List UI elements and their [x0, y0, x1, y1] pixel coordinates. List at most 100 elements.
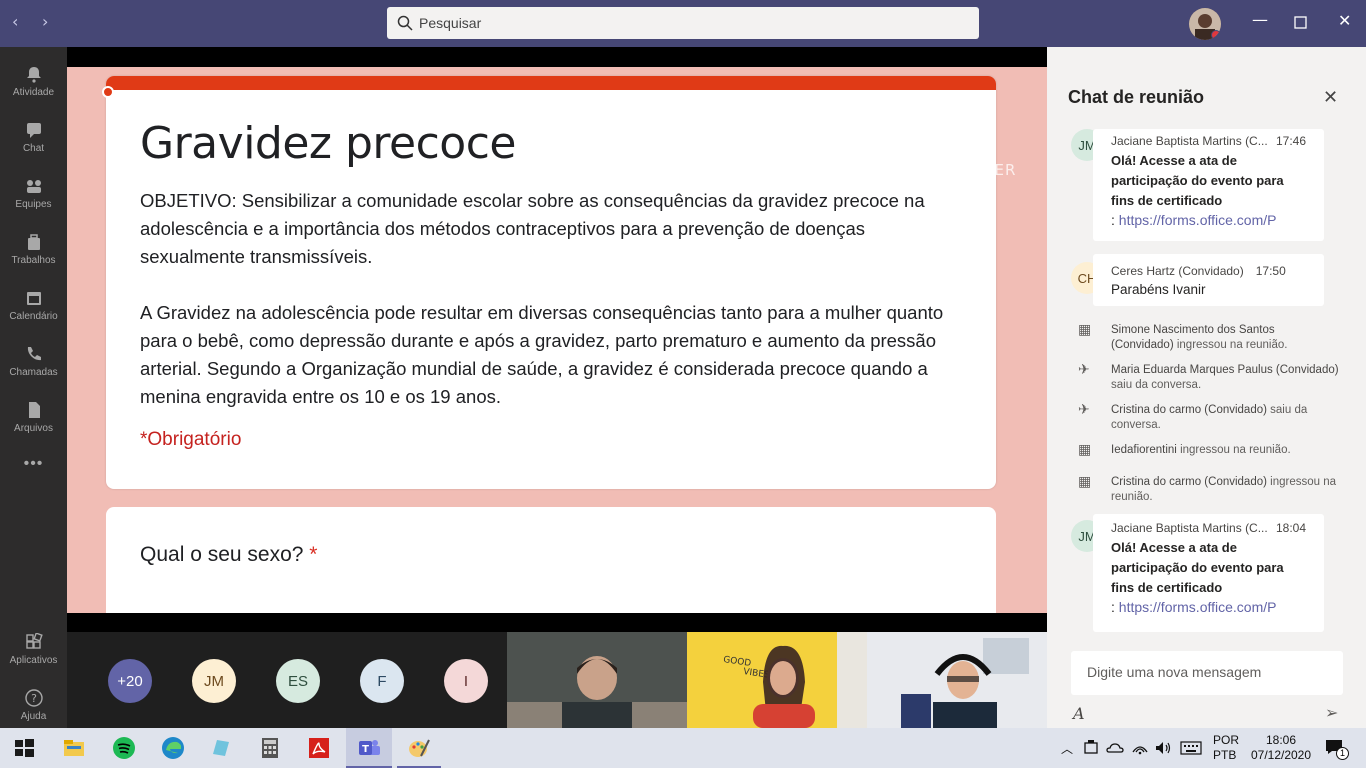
notepad-icon[interactable]	[209, 736, 233, 760]
message-link[interactable]: https://forms.office.com/P	[1119, 212, 1277, 228]
form-description: A Gravidez na adolescência pode resultar…	[140, 302, 944, 407]
participant-overflow[interactable]: +20	[108, 659, 152, 703]
file-explorer-icon[interactable]	[62, 736, 86, 760]
spotify-icon[interactable]	[112, 736, 136, 760]
message-compose-input[interactable]: Digite uma nova mensagem	[1071, 651, 1343, 695]
participant-video[interactable]	[867, 632, 1047, 728]
more-icon[interactable]: •••	[0, 447, 67, 503]
message-time: 17:50	[1255, 264, 1286, 278]
clock[interactable]: 18:06 07/12/2020	[1246, 733, 1316, 763]
svg-text:T: T	[362, 744, 369, 755]
message-time: 18:04	[1275, 521, 1306, 535]
svg-text:?: ?	[31, 692, 37, 705]
acrobat-icon[interactable]	[307, 736, 331, 760]
forward-arrow-icon[interactable]: ›	[42, 12, 48, 31]
required-note: *Obrigatório	[140, 429, 242, 450]
notification-count: 1	[1336, 747, 1349, 760]
onedrive-icon[interactable]	[1106, 740, 1124, 756]
join-icon: ▦	[1078, 322, 1092, 338]
minimize-icon[interactable]: —	[1252, 10, 1268, 29]
message-text: Olá! Acesse a ata de participação do eve…	[1111, 540, 1284, 595]
system-event: Cristina do carmo (Convidado) ingressou …	[1111, 476, 1337, 503]
message-time: 17:46	[1275, 134, 1306, 148]
battery-icon[interactable]	[1082, 740, 1100, 756]
chat-icon	[26, 123, 41, 138]
pointer-dot	[102, 86, 114, 98]
form-accent-bar	[106, 76, 996, 90]
message-link[interactable]: https://forms.office.com/P	[1119, 599, 1277, 615]
busy-status-dot	[1211, 30, 1221, 40]
close-icon[interactable]: ✕	[1338, 11, 1351, 30]
apps-icon	[25, 633, 43, 649]
form-objective: OBJETIVO: Sensibilizar a comunidade esco…	[140, 190, 925, 267]
participant-strip: +20 JM ES F I	[67, 632, 507, 728]
participant-avatar[interactable]: JM	[192, 659, 236, 703]
briefcase-icon	[27, 234, 40, 250]
rail-help[interactable]: ? Ajuda	[0, 679, 67, 735]
back-arrow-icon[interactable]: ‹	[12, 12, 18, 31]
input-language[interactable]: POR PTB	[1213, 733, 1239, 763]
message-text: Parabéns Ivanir	[1111, 282, 1206, 297]
kinemaster-logo: K	[931, 93, 995, 157]
join-icon: ▦	[1078, 442, 1092, 458]
search-placeholder: Pesquisar	[419, 15, 482, 31]
file-icon	[28, 402, 40, 418]
search-input[interactable]: Pesquisar	[387, 7, 979, 39]
system-event: Simone Nascimento dos Santos (Convidado)…	[1111, 324, 1288, 351]
participant-video[interactable]	[507, 632, 687, 728]
rail-activity[interactable]: Atividade	[0, 55, 67, 111]
format-icon[interactable]: A	[1073, 704, 1085, 723]
windows-start-icon[interactable]	[12, 736, 36, 760]
form-header-card: Gravidez precoce OBJETIVO: Sensibilizar …	[106, 76, 996, 489]
rail-calendar[interactable]: Calendário	[0, 279, 67, 335]
bell-icon	[26, 67, 41, 83]
chat-message: Jaciane Baptista Martins (C... 18:04 Olá!…	[1093, 514, 1324, 632]
participant-video[interactable]: GOOD VIBES	[687, 632, 867, 728]
chat-title: Chat de reunião	[1068, 87, 1205, 107]
search-icon	[397, 15, 413, 31]
calendar-icon	[26, 292, 41, 305]
rail-teams[interactable]: Equipes	[0, 167, 67, 223]
sender-name: Jaciane Baptista Martins (C...	[1111, 134, 1268, 148]
kinemaster-watermark: K KINEMASTER	[903, 93, 1023, 179]
teams-icon: T	[359, 740, 380, 755]
title-bar: ‹ › Pesquisar — ✕	[0, 0, 1366, 47]
maximize-icon[interactable]	[1294, 14, 1307, 33]
sender-name: Jaciane Baptista Martins (C...	[1111, 521, 1268, 535]
participant-avatar[interactable]: ES	[276, 659, 320, 703]
join-icon: ▦	[1078, 474, 1092, 490]
message-text: Olá! Acesse a ata de participação do eve…	[1111, 153, 1284, 208]
phone-icon	[27, 347, 41, 361]
leave-icon: ✈	[1078, 402, 1090, 418]
wifi-icon[interactable]	[1131, 740, 1149, 756]
form-slide: Gravidez precoce OBJETIVO: Sensibilizar …	[67, 67, 1047, 613]
question-card: Qual o seu sexo? *	[106, 507, 996, 613]
rail-chat[interactable]: Chat	[0, 111, 67, 167]
chat-message: Ceres Hartz (Convidado) 17:50 Parabéns Iv…	[1093, 254, 1324, 306]
volume-icon[interactable]	[1154, 740, 1172, 756]
avatar[interactable]	[1189, 8, 1221, 40]
rail-assignments[interactable]: Trabalhos	[0, 223, 67, 279]
system-event: Maria Eduarda Marques Paulus (Convidado)…	[1111, 364, 1339, 391]
participant-avatar[interactable]: I	[444, 659, 488, 703]
keyboard-icon[interactable]	[1180, 740, 1202, 756]
close-chat-icon[interactable]: ✕	[1323, 87, 1338, 108]
paint-taskbar-button[interactable]	[397, 728, 441, 768]
participant-avatar[interactable]: F	[360, 659, 404, 703]
rail-apps[interactable]: Aplicativos	[0, 623, 67, 679]
teams-taskbar-button[interactable]: T	[346, 728, 392, 768]
edge-icon[interactable]	[161, 736, 185, 760]
chat-message: Jaciane Baptista Martins (C... 17:46 Olá!…	[1093, 129, 1324, 241]
rail-files[interactable]: Arquivos	[0, 391, 67, 447]
show-hidden-icons[interactable]: ︿	[1061, 740, 1073, 757]
rail-calls[interactable]: Chamadas	[0, 335, 67, 391]
paint-icon	[409, 739, 430, 757]
teams-icon	[26, 180, 41, 193]
meeting-chat-panel: Chat de reunião ✕ JM Jaciane Baptista Ma…	[1047, 47, 1366, 728]
leave-icon: ✈	[1078, 362, 1090, 378]
windows-taskbar: T ︿ POR PTB 18:06 07/12/2020 1	[0, 728, 1366, 768]
sender-name: Ceres Hartz (Convidado)	[1111, 264, 1244, 278]
send-icon[interactable]: ➢	[1325, 703, 1338, 722]
notification-center[interactable]: 1	[1324, 738, 1350, 760]
calculator-icon[interactable]	[258, 736, 282, 760]
